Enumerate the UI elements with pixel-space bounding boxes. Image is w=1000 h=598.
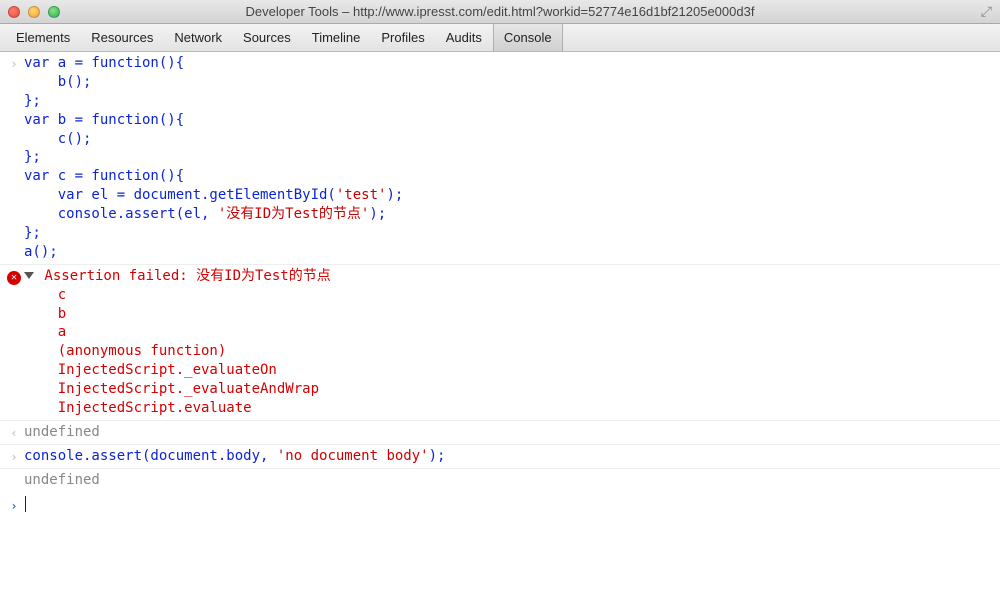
prompt-icon: › bbox=[4, 496, 24, 515]
tab-profiles[interactable]: Profiles bbox=[371, 24, 435, 51]
console-input-entry: › var a = function(){ b(); }; var b = fu… bbox=[0, 52, 1000, 265]
devtools-tabbar: Elements Resources Network Sources Timel… bbox=[0, 24, 1000, 52]
traffic-lights bbox=[8, 6, 60, 18]
window-titlebar: Developer Tools – http://www.ipresst.com… bbox=[0, 0, 1000, 24]
prompt-icon: › bbox=[4, 447, 24, 465]
tab-audits[interactable]: Audits bbox=[436, 24, 493, 51]
prompt-icon: › bbox=[4, 54, 24, 72]
disclosure-triangle-icon[interactable] bbox=[24, 272, 34, 279]
console-input-line[interactable]: › bbox=[0, 492, 1000, 519]
error-x-icon: ✕ bbox=[11, 273, 17, 283]
console-input[interactable] bbox=[24, 496, 992, 515]
zoom-window-button[interactable] bbox=[48, 6, 60, 18]
window-title: Developer Tools – http://www.ipresst.com… bbox=[0, 4, 1000, 19]
result-icon bbox=[4, 471, 24, 473]
tab-timeline[interactable]: Timeline bbox=[302, 24, 372, 51]
console-panel[interactable]: › var a = function(){ b(); }; var b = fu… bbox=[0, 52, 1000, 598]
minimize-window-button[interactable] bbox=[28, 6, 40, 18]
expand-icon[interactable]: ⤢ bbox=[981, 3, 992, 20]
error-icon: ✕ bbox=[4, 267, 24, 285]
console-code[interactable]: var a = function(){ b(); }; var b = func… bbox=[24, 54, 992, 262]
tab-elements[interactable]: Elements bbox=[6, 24, 81, 51]
close-window-button[interactable] bbox=[8, 6, 20, 18]
console-result-entry: ‹ undefined bbox=[0, 421, 1000, 445]
console-error-entry: ✕ Assertion failed: 没有ID为Test的节点 c b a (… bbox=[0, 265, 1000, 421]
console-input-entry: › console.assert(document.body, 'no docu… bbox=[0, 445, 1000, 469]
tab-network[interactable]: Network bbox=[164, 24, 233, 51]
error-content[interactable]: Assertion failed: 没有ID为Test的节点 c b a (an… bbox=[24, 267, 992, 418]
console-result-entry: undefined bbox=[0, 469, 1000, 492]
text-cursor bbox=[25, 496, 26, 512]
tab-console[interactable]: Console bbox=[493, 24, 563, 51]
console-code[interactable]: console.assert(document.body, 'no docume… bbox=[24, 447, 992, 466]
console-result: undefined bbox=[24, 471, 992, 490]
result-icon: ‹ bbox=[4, 423, 24, 441]
tab-sources[interactable]: Sources bbox=[233, 24, 302, 51]
tab-resources[interactable]: Resources bbox=[81, 24, 164, 51]
console-result: undefined bbox=[24, 423, 992, 442]
